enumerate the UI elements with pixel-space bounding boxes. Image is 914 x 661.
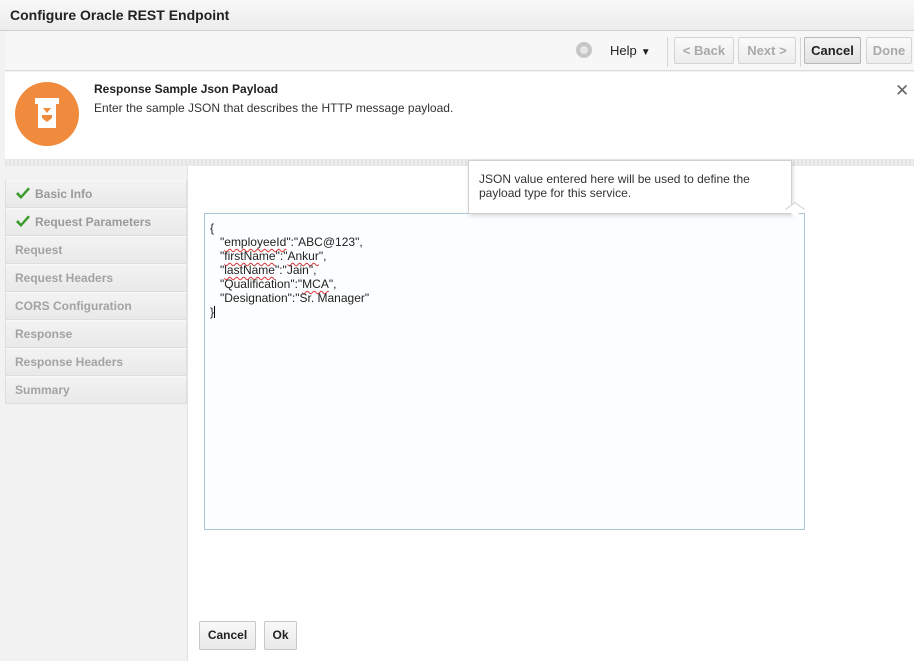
json-comma: ,	[313, 263, 317, 277]
toolbar-divider	[667, 37, 668, 67]
sidebar-item-basic-info[interactable]: Basic Info	[5, 180, 187, 208]
sidebar-item-cors-configuration[interactable]: CORS Configuration	[5, 292, 187, 320]
sidebar-item-response[interactable]: Response	[5, 320, 187, 348]
text-caret	[214, 306, 216, 318]
json-line: "lastName":"Jain",	[210, 263, 317, 277]
sidebar-item-response-headers[interactable]: Response Headers	[5, 348, 187, 376]
sidebar-item-label: Request	[15, 243, 63, 257]
ok-button[interactable]: Ok	[264, 621, 297, 650]
json-line: "Designation":"Sr. Manager"	[210, 291, 370, 305]
sidebar-item-request-parameters[interactable]: Request Parameters	[5, 208, 187, 236]
json-value: Sr. Manager	[299, 291, 365, 305]
scroll-document-icon	[35, 98, 59, 128]
json-key: employeeId	[224, 235, 287, 249]
json-line: "employeeId":"ABC@123",	[210, 235, 363, 249]
sidebar-item-label: Request Parameters	[35, 215, 152, 229]
status-circle-icon	[576, 42, 592, 58]
json-comma: ,	[323, 249, 327, 263]
sidebar-item-label: Basic Info	[35, 187, 93, 201]
sidebar-item-label: Request Headers	[15, 271, 114, 285]
step-header: Response Sample Json Payload Enter the s…	[5, 72, 914, 159]
sidebar-item-label: Response Headers	[15, 355, 124, 369]
help-menu[interactable]: Help ▼	[605, 40, 656, 62]
step-badge	[15, 82, 79, 146]
json-line: "firstName":"Ankur",	[210, 249, 327, 263]
checkmark-icon	[16, 215, 30, 227]
sidebar-item-request-headers[interactable]: Request Headers	[5, 264, 187, 292]
json-comma: ,	[359, 235, 363, 249]
close-icon[interactable]: ✕	[895, 82, 909, 99]
step-content: { "employeeId":"ABC@123", "firstName":"A…	[187, 160, 914, 661]
json-comma: ,	[333, 277, 337, 291]
json-value: MCA	[302, 277, 329, 291]
sidebar-item-label: Summary	[15, 383, 70, 397]
json-key: firstName	[224, 249, 276, 263]
json-value: Ankur	[287, 249, 319, 263]
step-description: Enter the sample JSON that describes the…	[94, 101, 454, 115]
checkmark-icon	[16, 187, 30, 199]
json-key: Qualification	[224, 277, 291, 291]
toolbar-divider	[800, 37, 801, 67]
json-open-brace: {	[210, 221, 215, 235]
wizard-toolbar: Help ▼ < Back Next > Cancel Done	[5, 31, 914, 71]
tooltip-text: JSON value entered here will be used to …	[479, 172, 750, 200]
help-tooltip: JSON value entered here will be used to …	[468, 160, 792, 214]
json-value: Jain	[286, 263, 309, 277]
json-key: Designation	[224, 291, 288, 305]
next-button[interactable]: Next >	[738, 37, 796, 64]
window-titlebar: Configure Oracle REST Endpoint	[0, 0, 914, 31]
step-title: Response Sample Json Payload	[94, 82, 279, 96]
done-button[interactable]: Done	[866, 37, 912, 64]
window-title: Configure Oracle REST Endpoint	[10, 7, 230, 23]
json-line: "Qualification":"MCA",	[210, 277, 337, 291]
help-menu-label: Help	[610, 43, 637, 58]
sidebar-item-label: Response	[15, 327, 73, 341]
back-button[interactable]: < Back	[674, 37, 734, 64]
cancel-wizard-button[interactable]: Cancel	[804, 37, 861, 64]
json-value: ABC@123	[298, 235, 356, 249]
cancel-button[interactable]: Cancel	[199, 621, 256, 650]
json-close-line: }	[210, 305, 799, 319]
json-key: lastName	[224, 263, 275, 277]
sidebar-item-label: CORS Configuration	[15, 299, 132, 313]
wizard-steps-nav: Basic Info Request Parameters Request Reque…	[5, 180, 187, 404]
sidebar-item-summary[interactable]: Summary	[5, 376, 187, 404]
json-payload-textarea[interactable]: { "employeeId":"ABC@123", "firstName":"A…	[204, 213, 805, 530]
sidebar-item-request[interactable]: Request	[5, 236, 187, 264]
caret-down-icon: ▼	[640, 47, 651, 58]
